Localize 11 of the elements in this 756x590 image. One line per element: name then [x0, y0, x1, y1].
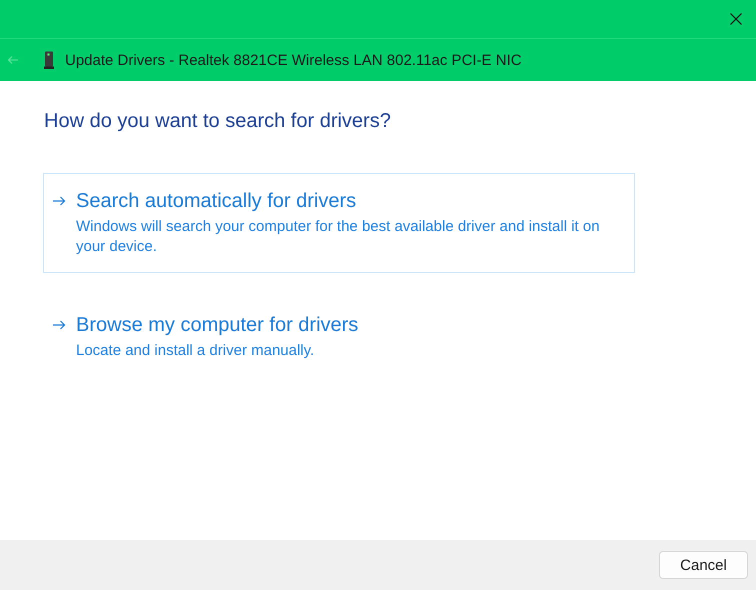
arrow-icon [52, 196, 66, 206]
window-title: Update Drivers - Realtek 8821CE Wireless LAN 802.11ac PCI-E NIC [65, 52, 522, 68]
close-icon [730, 13, 742, 25]
arrow-icon [52, 320, 66, 330]
option-link[interactable]: Browse my computer for drivers Locate and install a driver manually. [43, 297, 635, 370]
option-link[interactable]: Search automatically for drivers Windows will search your computer for the best available driver and install it on your device. [43, 173, 635, 273]
cancel-button[interactable]: Cancel [659, 551, 748, 579]
option-description: Locate and install a driver manually. [76, 341, 316, 361]
page-heading: How do you want to search for drivers? [44, 109, 392, 134]
device-icon [44, 51, 54, 69]
option-description: Windows will search your computer for the best available driver and install it on your device. [76, 217, 601, 257]
